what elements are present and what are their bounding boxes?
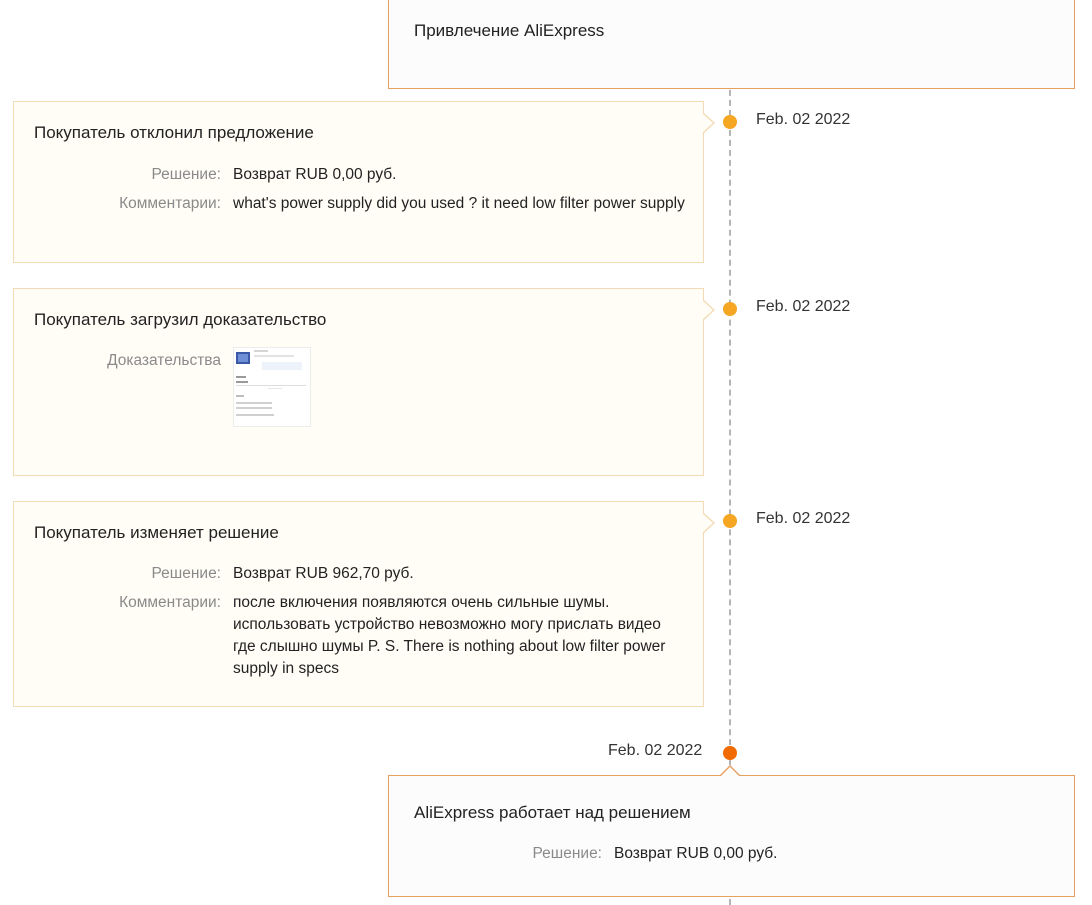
- event-title: Покупатель изменяет решение: [34, 523, 279, 542]
- timeline-dot: [723, 514, 737, 528]
- decision-value: Возврат RUB 962,70 руб.: [233, 565, 414, 582]
- comment-value: what's power supply did you used ? it ne…: [233, 195, 685, 212]
- event-date: Feb. 02 2022: [756, 298, 851, 315]
- decision-row: Решение: Возврат RUB 962,70 руб.: [14, 563, 693, 585]
- comment-value: после включения появляются очень сильные…: [233, 594, 666, 677]
- decision-label: Решение:: [151, 565, 221, 582]
- timeline-dot: [723, 302, 737, 316]
- evidence-label: Доказательства: [107, 352, 221, 369]
- event-card-buyer-uploaded-evidence: Покупатель загрузил доказательство Доказ…: [13, 288, 715, 476]
- decision-label: Решение:: [151, 166, 221, 183]
- decision-value: Возврат RUB 0,00 руб.: [614, 845, 778, 862]
- comment-row: Комментарии: what's power supply did you…: [14, 193, 688, 215]
- decision-value: Возврат RUB 0,00 руб.: [233, 166, 397, 183]
- event-title: Привлечение AliExpress: [414, 21, 605, 40]
- event-date: Feb. 02 2022: [756, 111, 851, 128]
- comment-label: Комментарии:: [119, 594, 221, 611]
- evidence-image-thumbnail[interactable]: [233, 347, 311, 427]
- event-card-buyer-changed-decision: Покупатель изменяет решение Решение: Воз…: [13, 501, 715, 707]
- comment-row: Комментарии: после включения появляются …: [14, 592, 678, 680]
- event-title: Покупатель загрузил доказательство: [34, 310, 327, 329]
- event-date: Feb. 02 2022: [756, 510, 851, 527]
- event-card-aliexpress-working-on-decision: AliExpress работает над решением Решение…: [388, 765, 1075, 897]
- comment-label: Комментарии:: [119, 195, 221, 212]
- evidence-row: Доказательства: [14, 350, 221, 372]
- event-card-aliexpress-involvement: Привлечение AliExpress: [388, 0, 1075, 89]
- event-card-buyer-rejected-offer: Покупатель отклонил предложение Решение:…: [13, 101, 715, 263]
- decision-row: Решение: Возврат RUB 0,00 руб.: [389, 843, 1014, 865]
- event-title: Покупатель отклонил предложение: [34, 123, 314, 142]
- event-title: AliExpress работает над решением: [414, 803, 691, 822]
- event-date: Feb. 02 2022: [608, 742, 703, 759]
- timeline-dot-active: [723, 746, 737, 760]
- timeline-dot: [723, 115, 737, 129]
- decision-row: Решение: Возврат RUB 0,00 руб.: [14, 164, 693, 186]
- document-preview-icon: [236, 350, 306, 416]
- decision-label: Решение:: [532, 845, 602, 862]
